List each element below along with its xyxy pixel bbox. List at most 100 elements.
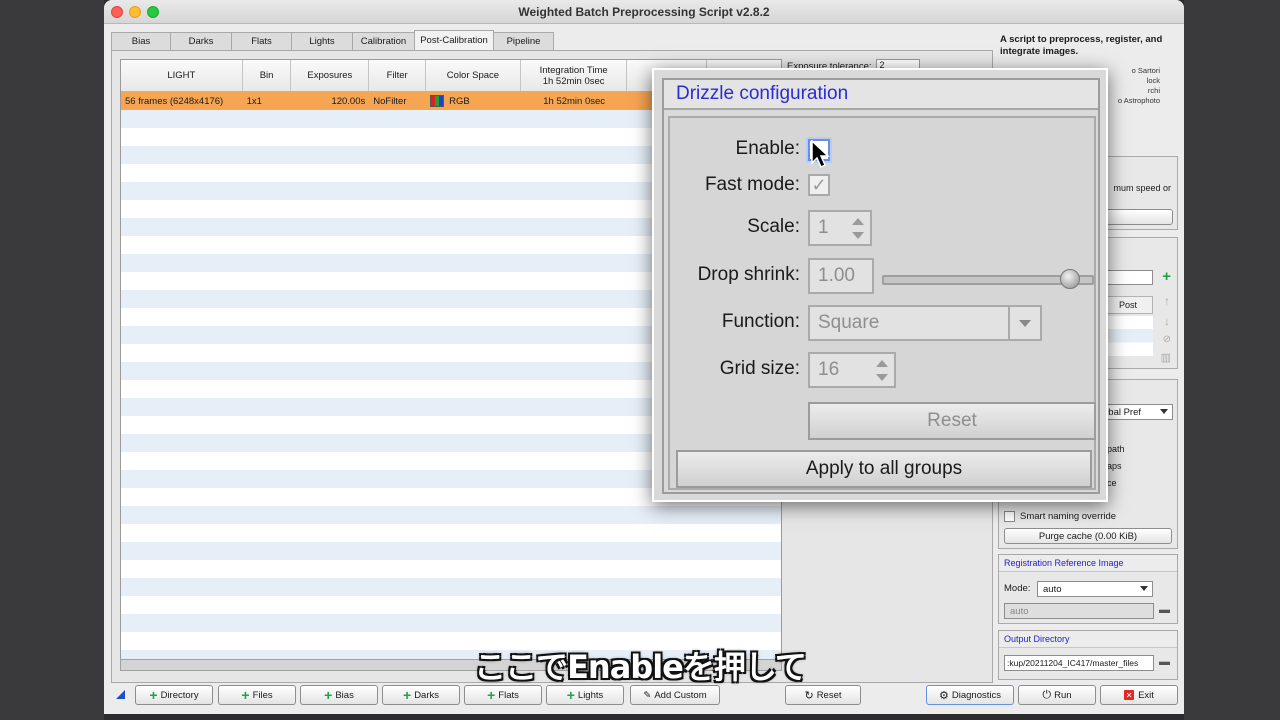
col-light[interactable]: LIGHT (121, 60, 243, 91)
tab-lights[interactable]: Lights (291, 32, 353, 50)
plus-icon: + (241, 687, 250, 703)
mode-combo[interactable]: auto (1037, 581, 1153, 597)
add-directory-button[interactable]: + Directory (135, 685, 213, 705)
exit-button[interactable]: ✕ Exit (1100, 685, 1178, 705)
reference-image-field[interactable]: auto (1004, 603, 1154, 619)
mode-value: auto (1043, 583, 1062, 595)
col-color-space[interactable]: Color Space (426, 60, 521, 91)
tab-darks[interactable]: Darks (170, 32, 232, 50)
apply-to-all-groups-button[interactable]: Apply to all groups (676, 450, 1092, 488)
scale-label: Scale: (747, 216, 800, 237)
resize-corner-icon[interactable] (116, 690, 125, 699)
drop-shrink-slider-handle[interactable] (1060, 269, 1080, 289)
chevron-down-icon (1160, 409, 1168, 414)
enable-label: Enable: (735, 138, 800, 159)
scale-spinbox[interactable]: 1 (808, 210, 872, 246)
mouse-pointer-icon (811, 140, 830, 169)
add-lights-button[interactable]: + Lights (546, 685, 624, 705)
col-integration-time[interactable]: Integration Time 1h 52min 0sec (521, 60, 628, 91)
smart-naming-option[interactable]: Smart naming override (1004, 511, 1116, 522)
drizzle-reset-button[interactable]: Reset (808, 402, 1096, 440)
function-dropdown-button[interactable] (1008, 307, 1040, 339)
plus-icon: + (324, 687, 333, 703)
add-keyword-icon[interactable]: + (1162, 268, 1171, 285)
tab-flats[interactable]: Flats (231, 32, 292, 50)
tab-post-calibration[interactable]: Post-Calibration (414, 30, 494, 50)
power-icon: ⏻ (1042, 688, 1052, 701)
tab-bias[interactable]: Bias (111, 32, 171, 50)
decrement-icon[interactable] (876, 373, 888, 381)
function-label: Function: (721, 311, 800, 332)
add-files-button[interactable]: + Files (218, 685, 296, 705)
mode-label: Mode: (1004, 583, 1031, 594)
tab-calibration[interactable]: Calibration (352, 32, 415, 50)
folder-icon[interactable]: ▬ (1159, 604, 1170, 616)
button-label: Directory (160, 689, 199, 701)
drop-shrink-field[interactable]: 1.00 (808, 258, 874, 294)
drizzle-configuration-dialog: Drizzle configuration Enable: Fast mode:… (652, 68, 1108, 502)
link-icon[interactable]: ⊘ (1163, 334, 1171, 345)
add-bias-button[interactable]: + Bias (300, 685, 378, 705)
drizzle-dialog-body: Enable: Fast mode: ✓ Scale: 1 Drop shrin… (668, 116, 1096, 490)
button-label: Lights (577, 689, 604, 701)
purge-cache-button[interactable]: Purge cache (0.00 KiB) (1004, 528, 1172, 544)
option-path: path (1107, 444, 1125, 454)
plus-icon: + (403, 687, 412, 703)
color-space-label: RGB (449, 95, 470, 107)
option-ce: ce (1107, 478, 1117, 488)
diagnostics-button[interactable]: ⚙ Diagnostics (926, 685, 1014, 705)
col-bin[interactable]: Bin (243, 60, 292, 91)
grid-size-label: Grid size: (719, 358, 800, 379)
post-column-header: Post (1103, 296, 1153, 314)
keyword-list[interactable] (1103, 316, 1153, 356)
button-label: Darks (414, 689, 439, 701)
reset-button[interactable]: ↻ Reset (785, 685, 861, 705)
tab-pipeline[interactable]: Pipeline (493, 32, 554, 50)
increment-icon[interactable] (876, 359, 888, 367)
desktop-right-edge (1184, 0, 1280, 720)
function-combo[interactable]: Square (808, 305, 1042, 341)
button-label: Add Custom (654, 689, 707, 701)
move-up-icon[interactable]: ↑ (1164, 294, 1170, 308)
button-label: Bias (335, 689, 354, 701)
video-subtitle: ここでEnableを押して (474, 648, 807, 686)
col-filter[interactable]: Filter (369, 60, 427, 91)
cell-exposures: 120.00s (331, 95, 366, 107)
cell-light: 56 frames (6248x4176) (125, 95, 224, 107)
window-title: Weighted Batch Preprocessing Script v2.8… (518, 5, 770, 19)
button-label: Flats (498, 689, 519, 701)
add-custom-button[interactable]: ✎ Add Custom (630, 685, 720, 705)
global-pref-value: obal Pref (1103, 406, 1142, 418)
tab-bar: Bias Darks Flats Lights Calibration Post… (111, 30, 554, 50)
button-label: Files (252, 689, 273, 701)
chevron-down-icon (1019, 319, 1031, 327)
scale-spin-buttons (848, 214, 868, 242)
edit-icon: ✎ (643, 689, 652, 701)
grid-size-value: 16 (818, 359, 840, 380)
col-exposures[interactable]: Exposures (291, 60, 370, 91)
speed-text: mum speed or (1113, 183, 1171, 193)
trash-icon[interactable]: ▥ (1161, 351, 1171, 364)
scale-value: 1 (818, 217, 829, 238)
cell-integration: 1h 52min 0sec (543, 95, 606, 107)
run-button[interactable]: ⏻ Run (1018, 685, 1096, 705)
decrement-icon[interactable] (852, 231, 864, 239)
button-label: Reset (816, 689, 842, 701)
add-darks-button[interactable]: + Darks (382, 685, 460, 705)
cell-color-space: RGB (426, 92, 521, 110)
smart-naming-label: Smart naming override (1020, 511, 1117, 522)
fast-mode-checkbox[interactable]: ✓ (808, 174, 830, 196)
smart-naming-checkbox[interactable] (1004, 511, 1015, 522)
move-down-icon[interactable]: ↓ (1164, 314, 1170, 328)
close-icon: ✕ (1124, 690, 1135, 700)
global-pref-combo[interactable]: obal Pref (1097, 404, 1173, 420)
chevron-down-icon (1140, 586, 1148, 591)
speed-button[interactable] (1103, 209, 1173, 225)
grid-size-spinbox[interactable]: 16 (808, 352, 896, 388)
add-flats-button[interactable]: + Flats (464, 685, 542, 705)
increment-icon[interactable] (852, 217, 864, 225)
registration-reference-group: Registration Reference Image Mode: auto … (998, 554, 1178, 624)
rgb-icon (430, 95, 445, 107)
fast-mode-label: Fast mode: (704, 174, 800, 195)
desktop-left-edge (0, 0, 104, 720)
